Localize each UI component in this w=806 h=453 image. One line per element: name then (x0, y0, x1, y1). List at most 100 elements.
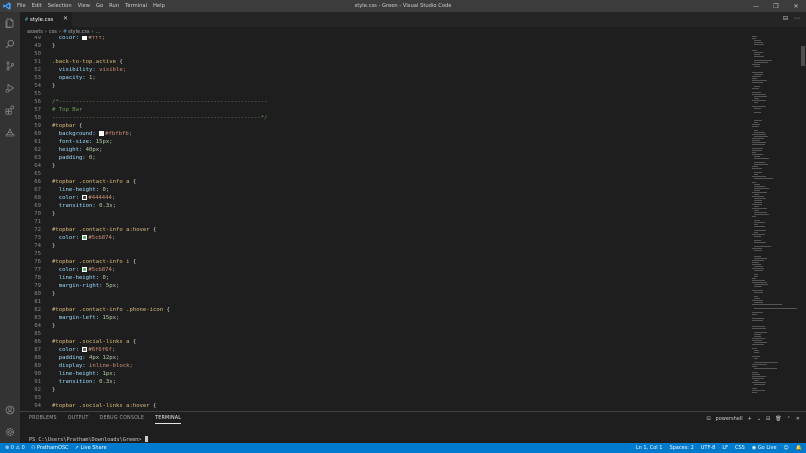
tab-terminal[interactable]: TERMINAL (155, 412, 182, 426)
code-line[interactable]: 73 color: #5cb874; (20, 234, 740, 242)
code-line[interactable]: 77 color: #5cb874; (20, 266, 740, 274)
code-line[interactable]: 74} (20, 242, 740, 250)
code-line[interactable]: 92} (20, 386, 740, 394)
code-line[interactable]: 72 #topbar .contact-info a:hover { (20, 226, 740, 234)
color-swatch[interactable] (82, 36, 88, 40)
eol-status[interactable]: LF (722, 445, 728, 451)
code-line[interactable]: 61 font-size: 15px; (20, 138, 740, 146)
code-line[interactable]: 67 line-height: 0; (20, 186, 740, 194)
split-terminal-icon[interactable]: ⊟ (766, 416, 770, 422)
remote-explorer-icon[interactable] (3, 125, 17, 139)
code-line[interactable]: 56 /*------------------------------------… (20, 98, 740, 106)
files-icon[interactable] (3, 16, 17, 30)
code-line[interactable]: 71 (20, 218, 740, 226)
color-swatch[interactable] (82, 346, 88, 352)
code-line[interactable]: 51 .back-to-top.active { (20, 58, 740, 66)
color-swatch[interactable] (99, 130, 105, 136)
live-share-status[interactable]: ↗ Live Share (75, 445, 107, 451)
code-editor[interactable]: 49 color: #fff; 49} 50 51 .back-to-top.activ… (20, 36, 800, 411)
feedback-icon[interactable]: ☺ (784, 445, 789, 451)
tab-output[interactable]: OUTPUT (68, 412, 89, 426)
account-icon[interactable] (3, 403, 17, 417)
cursor-position[interactable]: Ln 1, Col 1 (636, 445, 663, 451)
editor-scrollbar[interactable] (800, 36, 806, 411)
code-line[interactable]: 89 display: inline-block; (20, 362, 740, 370)
menu-item-edit[interactable]: Edit (29, 0, 45, 12)
code-line[interactable]: 55 (20, 90, 740, 98)
color-swatch[interactable] (82, 234, 88, 240)
code-line[interactable]: 75 (20, 250, 740, 258)
close-tab-icon[interactable]: ✕ (63, 15, 68, 22)
code-line[interactable]: 70} (20, 210, 740, 218)
code-line[interactable]: 65 (20, 170, 740, 178)
maximize-panel-icon[interactable]: ⌃ (787, 416, 791, 422)
code-line[interactable]: 76 #topbar .contact-info i { (20, 258, 740, 266)
code-line[interactable]: 87 color: #6f6f6f; (20, 346, 740, 354)
code-line[interactable]: 93 (20, 394, 740, 402)
more-actions-icon[interactable]: ⋯ (794, 15, 800, 22)
code-line[interactable]: 94 #topbar .social-links a:hover { (20, 402, 740, 410)
code-line[interactable]: 91 transition: 0.3s; (20, 378, 740, 386)
code-line[interactable]: 88 padding: 4px 12px; (20, 354, 740, 362)
code-line[interactable]: 85 (20, 330, 740, 338)
terminal-shell-label[interactable]: powershell (716, 416, 743, 422)
code-line[interactable]: 58 --------------------------------------… (20, 114, 740, 122)
code-line[interactable]: 69 transition: 0.3s; (20, 202, 740, 210)
menu-item-selection[interactable]: Selection (45, 0, 75, 12)
breadcrumb-trail[interactable]: ... (96, 29, 101, 35)
menu-item-terminal[interactable]: Terminal (122, 0, 150, 12)
scrollbar-thumb[interactable] (801, 46, 805, 66)
search-icon[interactable] (3, 37, 17, 51)
encoding-status[interactable]: UTF-8 (701, 445, 716, 451)
tab-style-css[interactable]: # style.css ✕ (20, 12, 72, 27)
source-control-icon[interactable] (3, 59, 17, 73)
code-line[interactable]: 78 line-height: 0; (20, 274, 740, 282)
restore-button[interactable]: ❐ (766, 0, 786, 12)
code-line[interactable]: 63 padding: 0; (20, 154, 740, 162)
minimize-button[interactable]: — (746, 0, 766, 12)
code-line[interactable]: 84} (20, 322, 740, 330)
code-line[interactable]: 81 (20, 298, 740, 306)
code-line[interactable]: 50 (20, 50, 740, 58)
new-terminal-icon[interactable]: + (748, 416, 752, 422)
tab-problems[interactable]: PROBLEMS (29, 412, 57, 426)
code-line[interactable]: 80} (20, 290, 740, 298)
code-line[interactable]: 90 line-height: 1px; (20, 370, 740, 378)
code-line[interactable]: 49} (20, 42, 740, 50)
chevron-down-icon[interactable]: ⌄ (757, 416, 761, 422)
code-line[interactable]: 66 #topbar .contact-info a { (20, 178, 740, 186)
menu-item-go[interactable]: Go (93, 0, 106, 12)
code-line[interactable]: 60 background: #fbfbfb; (20, 130, 740, 138)
problems-status[interactable]: ⊗ 0 ⚠ 0 (5, 445, 25, 451)
close-panel-icon[interactable]: ✕ (796, 416, 800, 422)
notifications-bell-icon[interactable]: 🔔 (796, 445, 802, 451)
close-window-button[interactable]: ✕ (786, 0, 806, 12)
code-line[interactable]: 53 opacity: 1; (20, 74, 740, 82)
terminal-output[interactable]: PS C:\Users\Pratham\Downloads\Green> (29, 436, 148, 443)
menu-item-help[interactable]: Help (150, 0, 168, 12)
split-editor-icon[interactable]: ⊟ (783, 15, 788, 22)
code-line[interactable]: 54} (20, 82, 740, 90)
language-mode[interactable]: CSS (735, 445, 745, 451)
settings-gear-icon[interactable] (3, 425, 17, 439)
go-live-button[interactable]: ◉ Go Live (752, 445, 777, 451)
menu-item-view[interactable]: View (75, 0, 93, 12)
breadcrumb-item-css[interactable]: css (49, 29, 57, 35)
indentation-status[interactable]: Spaces: 2 (669, 445, 693, 451)
run-debug-icon[interactable] (3, 81, 17, 95)
tab-debug-console[interactable]: DEBUG CONSOLE (100, 412, 145, 426)
color-swatch[interactable] (82, 194, 88, 200)
code-line[interactable]: 59 #topbar { (20, 122, 740, 130)
code-line[interactable]: 57 # Top Bar (20, 106, 740, 114)
breadcrumb-item-assets[interactable]: assets (27, 29, 43, 35)
minimap[interactable] (752, 36, 798, 411)
account-status[interactable]: ⚇ PrathamOSC (31, 445, 69, 451)
code-line[interactable]: 68 color: #444444; (20, 194, 740, 202)
code-line[interactable]: 64} (20, 162, 740, 170)
code-line[interactable]: 52 visibility: visible; (20, 66, 740, 74)
trash-icon[interactable]: 🗑 (775, 416, 781, 422)
extensions-icon[interactable] (3, 103, 17, 117)
breadcrumb-item-file[interactable]: style.css (68, 29, 90, 35)
code-line[interactable]: 86 #topbar .social-links a { (20, 338, 740, 346)
menu-item-file[interactable]: File (14, 0, 29, 12)
